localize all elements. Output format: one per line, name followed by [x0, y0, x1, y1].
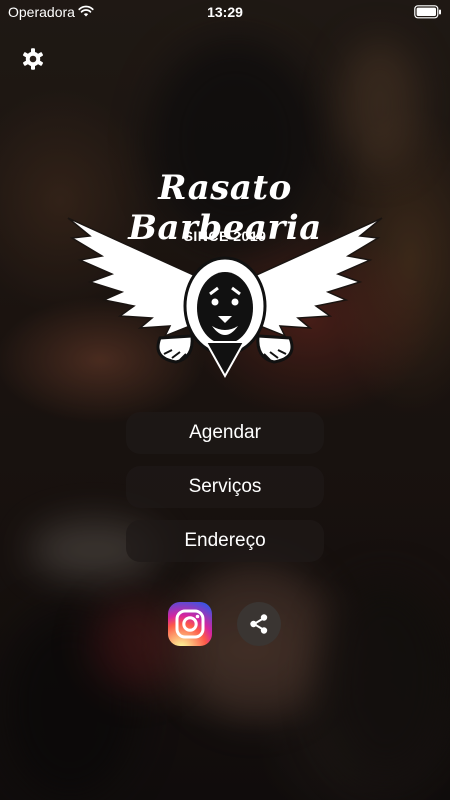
share-button[interactable] — [237, 602, 281, 646]
agendar-button[interactable]: Agendar — [126, 412, 324, 454]
instagram-icon — [175, 609, 205, 639]
share-icon — [250, 614, 268, 634]
since-label: SINCE 2019 — [183, 228, 267, 244]
servicos-button[interactable]: Serviços — [126, 466, 324, 508]
gear-icon — [23, 48, 43, 70]
endereco-button[interactable]: Endereço — [126, 520, 324, 562]
status-time: 13:29 — [207, 4, 243, 20]
status-bar: Operadora 13:29 — [0, 0, 450, 24]
instagram-button[interactable] — [168, 602, 212, 646]
brand-logo: Rasato Barbearia SINCE 2019 — [60, 168, 390, 388]
settings-button[interactable] — [20, 46, 46, 72]
battery-icon — [414, 5, 442, 22]
background-overlay — [0, 0, 450, 800]
